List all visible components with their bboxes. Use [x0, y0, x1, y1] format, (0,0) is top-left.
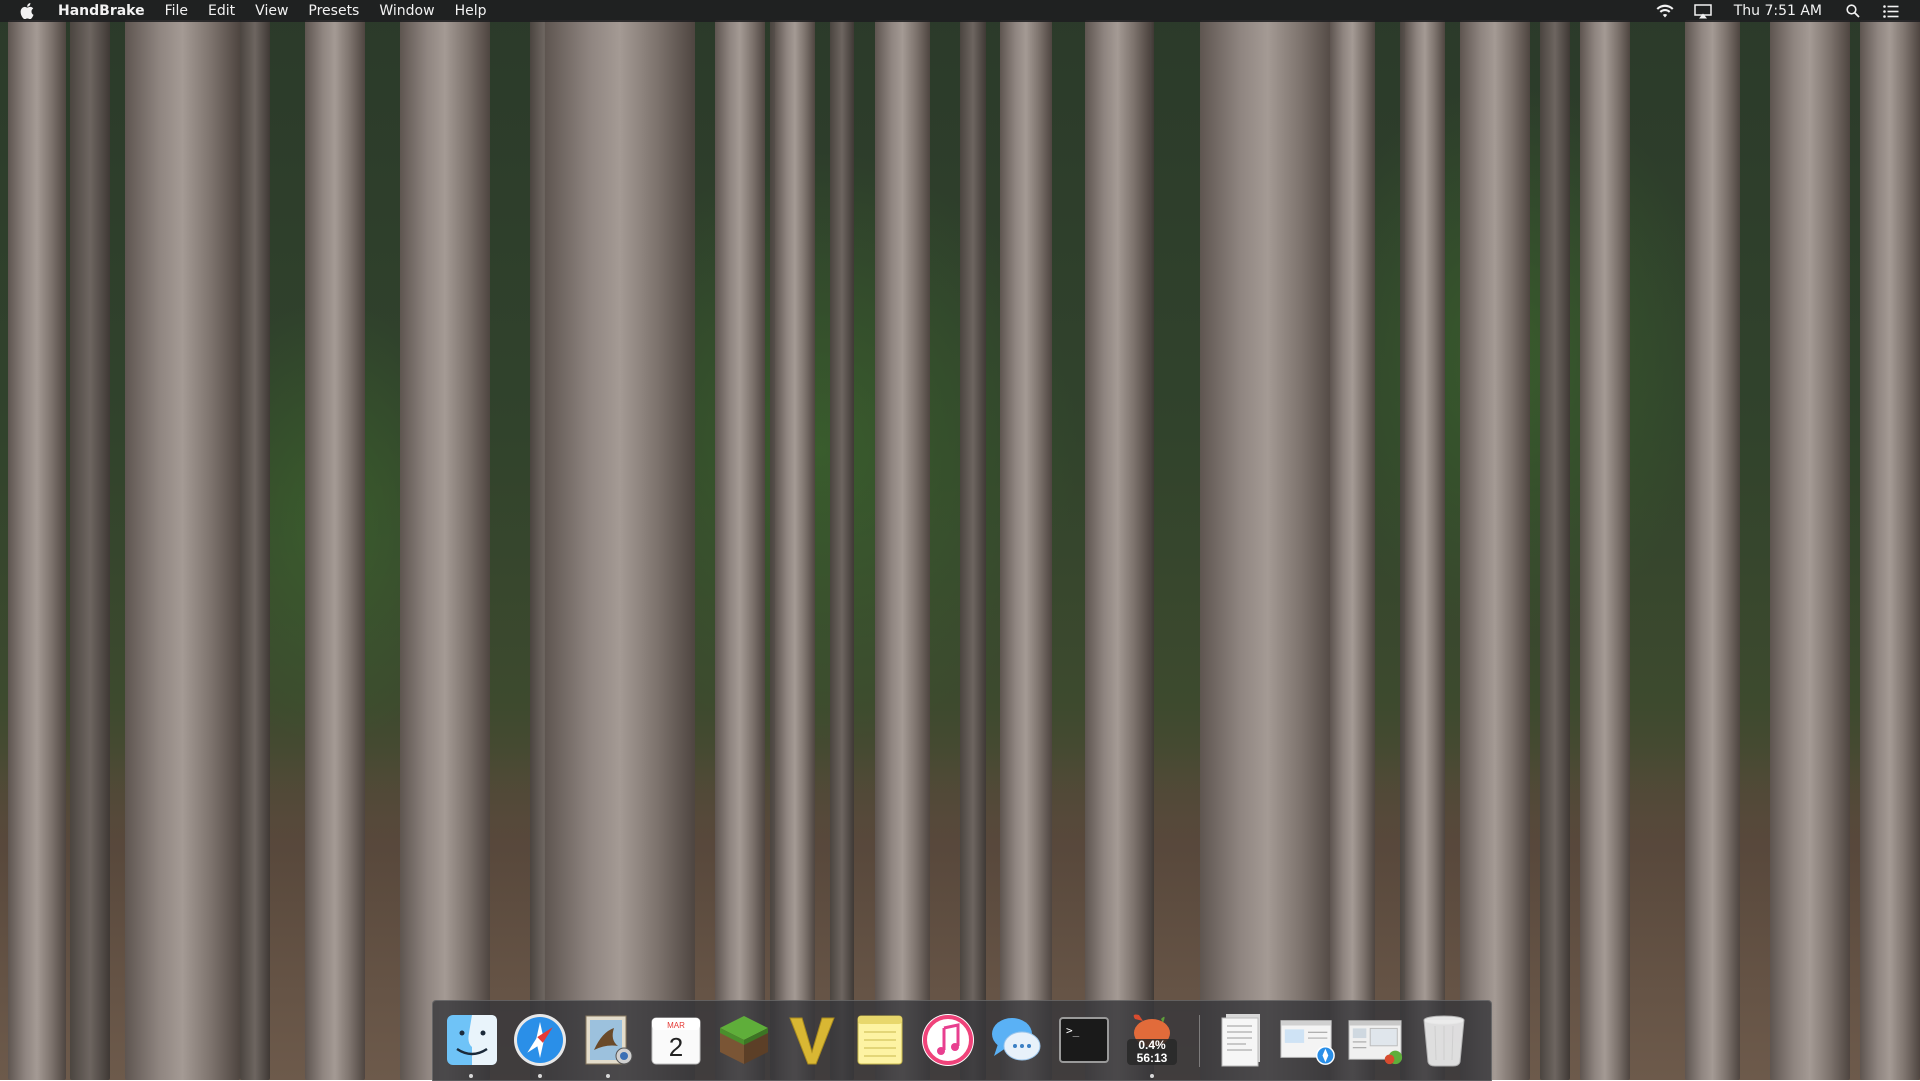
mail-icon[interactable]	[579, 1011, 637, 1069]
tree-trunk	[830, 20, 854, 1080]
minecraft-icon[interactable]	[715, 1011, 773, 1069]
tree-trunk	[545, 20, 695, 1080]
handbrake-progress: 0.4%	[1138, 1038, 1166, 1052]
terminal-prompt: >_	[1066, 1024, 1080, 1037]
menu-file[interactable]: File	[155, 0, 198, 22]
messages-icon[interactable]	[987, 1011, 1045, 1069]
running-indicator	[469, 1074, 473, 1078]
itunes-icon[interactable]	[919, 1011, 977, 1069]
screenshots-stack-icon[interactable]	[1347, 1011, 1405, 1069]
running-indicator	[1150, 1074, 1154, 1078]
tree-trunk	[125, 20, 240, 1080]
menu-clock[interactable]: Thu 7:51 AM	[1722, 3, 1834, 19]
v-app-icon[interactable]	[783, 1011, 841, 1069]
tree-trunk	[1405, 20, 1445, 1080]
menu-view[interactable]: View	[245, 0, 298, 22]
airplay-icon[interactable]	[1693, 3, 1713, 19]
menu-edit[interactable]: Edit	[198, 0, 245, 22]
tree-trunk	[8, 20, 66, 1080]
running-indicator	[538, 1074, 542, 1078]
document-stack-icon[interactable]	[1213, 1011, 1271, 1069]
handbrake-icon[interactable]: 0.4% 56:13	[1123, 1011, 1181, 1069]
menu-presets[interactable]: Presets	[298, 0, 369, 22]
tree-trunk	[1770, 20, 1850, 1080]
dock: MAR 2 >_ 0.4% 56:13	[432, 1000, 1492, 1081]
tree-trunk	[715, 20, 765, 1080]
notification-center-icon[interactable]	[1881, 3, 1901, 19]
handbrake-time-remaining: 56:13	[1137, 1051, 1168, 1065]
downloads-stack-icon[interactable]	[1279, 1011, 1337, 1069]
terminal-icon[interactable]: >_	[1055, 1011, 1113, 1069]
tree-trunk	[1000, 20, 1052, 1080]
trash-icon[interactable]	[1415, 1011, 1473, 1069]
tree-trunk	[1085, 20, 1150, 1080]
tree-trunk	[1580, 20, 1630, 1080]
running-indicator	[606, 1074, 610, 1078]
app-menu-handbrake[interactable]: HandBrake	[54, 0, 155, 22]
tree-trunk	[240, 20, 270, 1080]
tree-trunk	[400, 20, 490, 1080]
wifi-icon[interactable]	[1655, 3, 1675, 19]
tree-trunk	[1330, 20, 1375, 1080]
desktop-wallpaper	[0, 0, 1920, 1080]
tree-trunk	[1685, 20, 1740, 1080]
tree-trunk	[1460, 20, 1530, 1080]
dock-separator	[1199, 1015, 1200, 1067]
calendar-month: MAR	[667, 1021, 685, 1030]
calendar-day: 2	[669, 1032, 683, 1062]
tree-trunk	[70, 20, 110, 1080]
tree-trunk	[305, 20, 365, 1080]
apple-menu-icon[interactable]	[20, 3, 34, 19]
menu-bar: HandBrake File Edit View Presets Window …	[0, 0, 1920, 22]
tree-trunk	[775, 20, 815, 1080]
menu-help[interactable]: Help	[445, 0, 497, 22]
finder-icon[interactable]	[443, 1011, 501, 1069]
menu-window[interactable]: Window	[369, 0, 444, 22]
notes-icon[interactable]	[851, 1011, 909, 1069]
tree-trunk	[960, 20, 986, 1080]
safari-icon[interactable]	[511, 1011, 569, 1069]
tree-trunk	[875, 20, 930, 1080]
spotlight-search-icon[interactable]	[1843, 3, 1863, 19]
calendar-icon[interactable]: MAR 2	[647, 1011, 705, 1069]
tree-trunk	[1200, 20, 1335, 1080]
tree-trunk	[1860, 20, 1920, 1080]
tree-trunk	[1540, 20, 1570, 1080]
